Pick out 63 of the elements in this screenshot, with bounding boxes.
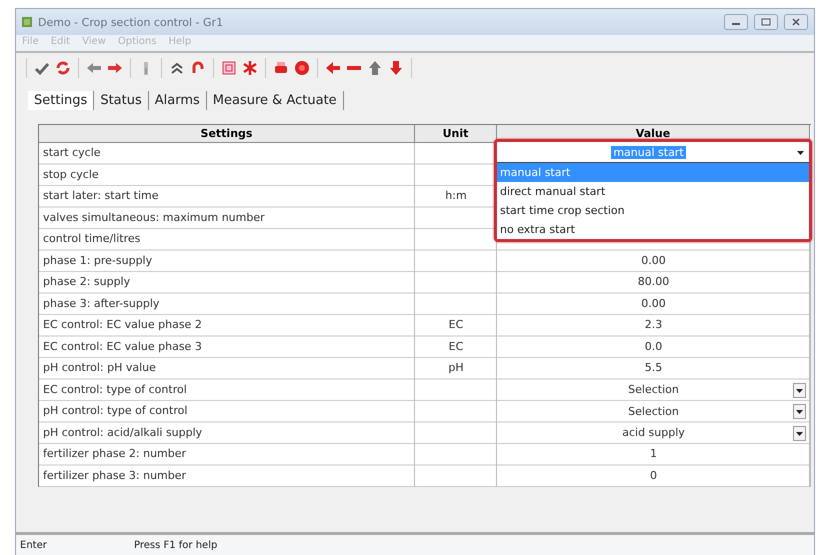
dropdown-arrow-icon xyxy=(795,407,804,416)
table-cell-text: 0.00 xyxy=(640,296,667,312)
refresh-icon[interactable] xyxy=(55,60,71,76)
table-cell-text: valves simultaneous: maximum number xyxy=(42,210,266,226)
right-arrow-icon[interactable] xyxy=(107,60,123,76)
check-icon[interactable] xyxy=(34,60,50,76)
window-title: Demo - Crop section control - Gr1 xyxy=(38,16,224,28)
table-cell-text: 0 xyxy=(649,468,658,484)
table-cell-text: 0.0 xyxy=(644,338,664,354)
down-arrow-icon[interactable] xyxy=(388,60,404,76)
table-cell-text: start cycle xyxy=(42,145,102,161)
tab[interactable]: Alarms xyxy=(148,91,207,110)
table-cell-text: EC control: EC value phase 2 xyxy=(42,317,203,333)
select-field[interactable]: Selection xyxy=(497,380,810,401)
dropdown-option[interactable]: no extra start xyxy=(497,220,809,239)
table-cell-text: pH control: pH value xyxy=(42,360,157,376)
left-arrow-icon[interactable] xyxy=(325,60,341,76)
app-icon xyxy=(22,17,32,27)
column-header: Unit xyxy=(415,125,497,143)
dropdown-option[interactable]: start time crop section xyxy=(497,201,809,220)
table-cell-text: EC control: EC value phase 3 xyxy=(42,338,203,354)
table-cell-text: control time/litres xyxy=(42,231,142,247)
table-cell-text: phase 3: after-supply xyxy=(42,296,160,312)
up-arrow-icon[interactable] xyxy=(367,60,383,76)
column-header: Settings xyxy=(39,125,415,143)
help-circle-icon[interactable] xyxy=(294,60,310,76)
dropdown-option[interactable]: direct manual start xyxy=(497,182,809,201)
table-cell-text: phase 2: supply xyxy=(42,274,132,290)
table-cell-text: fertilizer phase 3: number xyxy=(42,468,188,484)
tab[interactable]: Settings xyxy=(28,91,94,110)
table-cell-text: 80.00 xyxy=(636,274,670,290)
table-cell-text: EC xyxy=(448,317,464,333)
table-cell-text: 2.3 xyxy=(644,317,664,333)
table-cell-text: h:m xyxy=(444,188,468,204)
status-text: Press F1 for help xyxy=(133,540,218,550)
table-cell-text: pH control: type of control xyxy=(42,403,188,419)
close-button[interactable] xyxy=(784,14,808,30)
table-cell-text: stop cycle xyxy=(42,166,100,182)
table-cell-text: EC xyxy=(448,338,464,354)
maximize-button[interactable] xyxy=(754,14,778,30)
table-cell-text: fertilizer phase 2: number xyxy=(42,446,188,462)
grid-icon[interactable] xyxy=(221,60,237,76)
left-arrow-icon[interactable] xyxy=(86,60,102,76)
table-cell-text: EC control: type of control xyxy=(42,382,188,398)
double-chevron-icon[interactable] xyxy=(169,60,185,76)
table-cell-text: 5.5 xyxy=(644,360,664,376)
table-cell-text: 1 xyxy=(649,446,658,462)
table-cell-text: pH control: acid/alkali supply xyxy=(42,424,204,440)
status-text: Enter xyxy=(19,540,48,550)
select-field[interactable]: acid supply xyxy=(497,422,810,444)
minimize-button[interactable] xyxy=(724,14,748,30)
close-icon xyxy=(791,18,801,26)
table-cell-text: start later: start time xyxy=(42,188,160,204)
table-cell-text: phase 1: pre-supply xyxy=(42,252,154,268)
asterisk-icon[interactable] xyxy=(242,60,258,76)
tab[interactable]: Status xyxy=(94,91,149,110)
table-cell-text: pH xyxy=(447,360,465,376)
printer-icon[interactable] xyxy=(273,60,289,76)
maximize-icon xyxy=(761,18,771,26)
select-field[interactable]: Selection xyxy=(497,401,810,422)
table-cell-text: 0.00 xyxy=(640,252,667,268)
undo-icon[interactable] xyxy=(190,60,206,76)
tab[interactable]: Measure & Actuate xyxy=(206,91,344,110)
